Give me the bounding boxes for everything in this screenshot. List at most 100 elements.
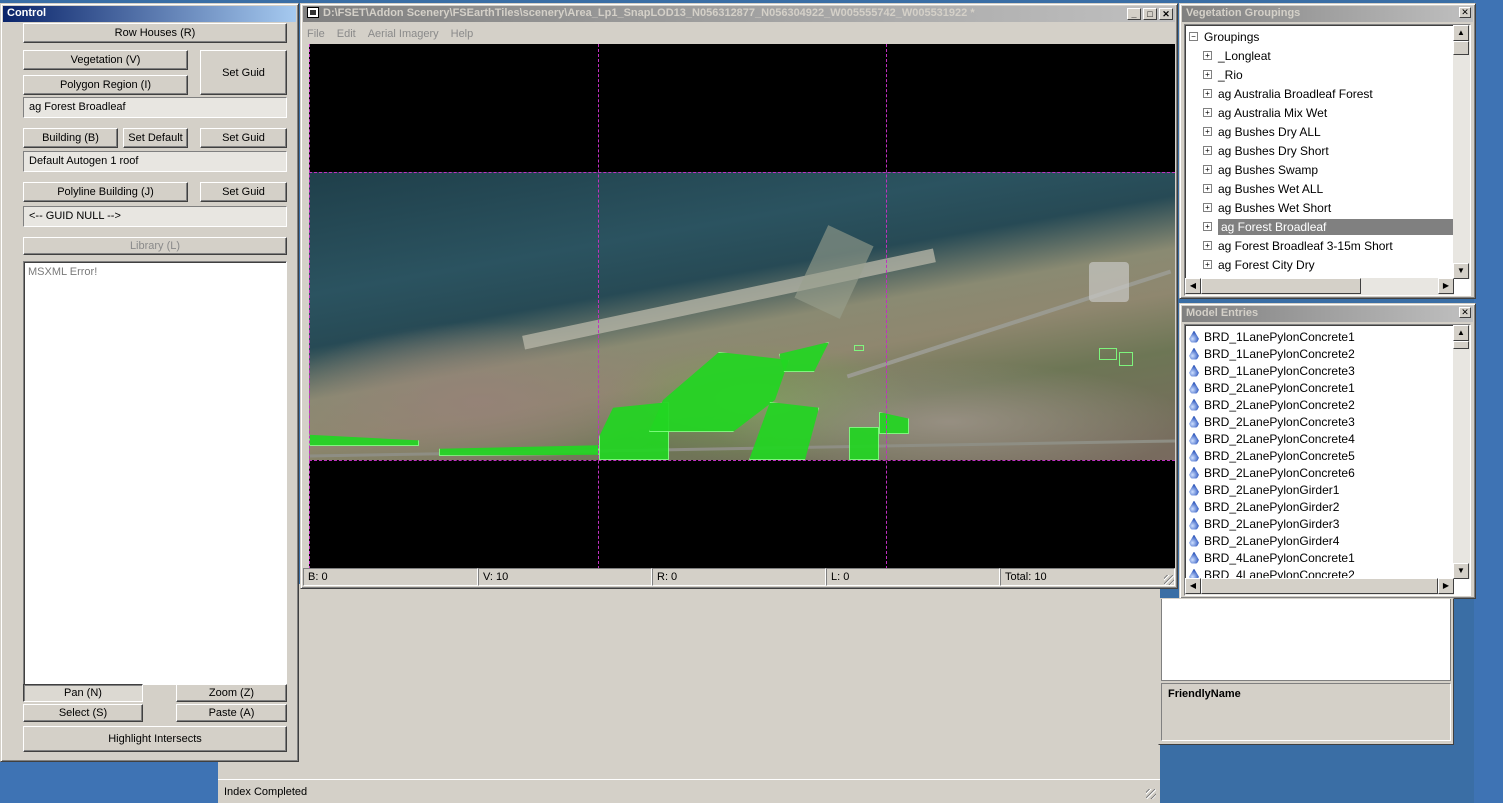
vegetation-polygon[interactable]: [439, 445, 599, 456]
tree-item[interactable]: + ag Australia Broadleaf Forest: [1185, 84, 1454, 103]
highlight-intersects-button[interactable]: Highlight Intersects: [23, 726, 287, 752]
control-title-bar[interactable]: Control: [3, 6, 296, 22]
scroll-down-icon[interactable]: ▼: [1453, 563, 1469, 579]
zoom-button[interactable]: Zoom (Z): [176, 684, 287, 702]
vegetation-groupings-close-icon[interactable]: ✕: [1459, 7, 1471, 18]
map-canvas[interactable]: [309, 44, 1175, 569]
collapse-icon[interactable]: −: [1189, 32, 1198, 41]
expand-icon[interactable]: +: [1203, 165, 1212, 174]
tree-item[interactable]: + ag Bushes Wet ALL: [1185, 179, 1454, 198]
menu-edit[interactable]: Edit: [337, 28, 356, 40]
model-entry-label: BRD_1LanePylonConcrete1: [1204, 329, 1355, 344]
model-entry[interactable]: BRD_1LanePylonConcrete1: [1185, 328, 1454, 345]
vegetation-polygon[interactable]: [879, 412, 909, 434]
library-button[interactable]: Library (L): [23, 237, 287, 255]
expand-icon[interactable]: +: [1203, 70, 1212, 79]
set-default-button[interactable]: Set Default: [123, 128, 188, 148]
menu-file[interactable]: File: [307, 28, 325, 40]
vegetation-polygon[interactable]: [309, 434, 419, 446]
expand-icon[interactable]: +: [1203, 222, 1212, 231]
expand-icon[interactable]: +: [1203, 203, 1212, 212]
pan-button[interactable]: Pan (N): [23, 684, 143, 702]
scroll-up-icon[interactable]: ▲: [1453, 325, 1469, 341]
scroll-thumb[interactable]: [1201, 278, 1361, 294]
expand-icon[interactable]: +: [1203, 89, 1212, 98]
tree-root[interactable]: − Groupings: [1185, 27, 1454, 46]
scroll-right-icon[interactable]: ▶: [1438, 578, 1454, 594]
polygon-region-button[interactable]: Polygon Region (I): [23, 75, 188, 95]
menu-aerial-imagery[interactable]: Aerial Imagery: [368, 28, 439, 40]
tree-item[interactable]: + ag Forest City Dry: [1185, 255, 1454, 274]
select-button[interactable]: Select (S): [23, 704, 143, 722]
scroll-thumb[interactable]: [1453, 341, 1469, 349]
expand-icon[interactable]: +: [1203, 184, 1212, 193]
close-icon[interactable]: ✕: [1159, 8, 1173, 20]
vegetation-polygon-outline[interactable]: [1119, 352, 1133, 366]
vegetation-horizontal-scrollbar[interactable]: ◀ ▶: [1185, 278, 1454, 295]
editor-resize-grip-icon[interactable]: [1164, 575, 1174, 585]
expand-icon[interactable]: +: [1203, 51, 1212, 60]
model-entry[interactable]: BRD_2LanePylonConcrete1: [1185, 379, 1454, 396]
vegetation-vertical-scrollbar[interactable]: ▲ ▼: [1453, 25, 1470, 279]
model-icon: [1189, 364, 1199, 377]
building-button[interactable]: Building (B): [23, 128, 118, 148]
tree-item[interactable]: + _Rio: [1185, 65, 1454, 84]
paste-button[interactable]: Paste (A): [176, 704, 287, 722]
restore-icon[interactable]: □: [1143, 8, 1157, 20]
polyline-building-button[interactable]: Polyline Building (J): [23, 182, 188, 202]
model-entry[interactable]: BRD_2LanePylonConcrete3: [1185, 413, 1454, 430]
scroll-left-icon[interactable]: ◀: [1185, 578, 1201, 594]
model-vertical-scrollbar[interactable]: ▲ ▼: [1453, 325, 1470, 579]
vegetation-button[interactable]: Vegetation (V): [23, 50, 188, 70]
model-entry[interactable]: BRD_2LanePylonGirder1: [1185, 481, 1454, 498]
expand-icon[interactable]: +: [1203, 260, 1212, 269]
vegetation-groupings-title-bar[interactable]: Vegetation Groupings: [1182, 6, 1473, 22]
tree-item[interactable]: + ag Bushes Dry Short: [1185, 141, 1454, 160]
model-entry[interactable]: BRD_2LanePylonGirder4: [1185, 532, 1454, 549]
model-entry[interactable]: BRD_1LanePylonConcrete3: [1185, 362, 1454, 379]
tree-item[interactable]: + _Longleat: [1185, 46, 1454, 65]
row-houses-button[interactable]: Row Houses (R): [23, 23, 287, 43]
set-guid-polyline-button[interactable]: Set Guid: [200, 182, 287, 202]
tree-item[interactable]: + ag Bushes Wet Short: [1185, 198, 1454, 217]
model-entry-label: BRD_2LanePylonConcrete5: [1204, 448, 1355, 463]
minimize-icon[interactable]: _: [1127, 8, 1141, 20]
expand-icon[interactable]: +: [1203, 146, 1212, 155]
model-entries-close-icon[interactable]: ✕: [1459, 307, 1471, 318]
app-system-icon[interactable]: [307, 7, 319, 18]
model-entry[interactable]: BRD_2LanePylonGirder3: [1185, 515, 1454, 532]
scroll-thumb[interactable]: [1201, 578, 1438, 594]
scroll-down-icon[interactable]: ▼: [1453, 263, 1469, 279]
model-entry[interactable]: BRD_2LanePylonConcrete6: [1185, 464, 1454, 481]
model-entry[interactable]: BRD_4LanePylonConcrete1: [1185, 549, 1454, 566]
tree-item[interactable]: + ag Forest Broadleaf: [1185, 217, 1454, 236]
expand-icon[interactable]: +: [1203, 108, 1212, 117]
scroll-left-icon[interactable]: ◀: [1185, 278, 1201, 294]
model-entries-title-bar[interactable]: Model Entries: [1182, 306, 1473, 322]
set-guid-vegetation-button[interactable]: Set Guid: [200, 50, 287, 95]
model-horizontal-scrollbar[interactable]: ◀ ▶: [1185, 578, 1454, 595]
vegetation-polygon[interactable]: [779, 342, 829, 372]
editor-title-bar[interactable]: D:\FSET\Addon Scenery\FSEarthTiles\scene…: [303, 6, 1175, 22]
vegetation-polygon-outline[interactable]: [854, 345, 864, 351]
expand-icon[interactable]: +: [1203, 241, 1212, 250]
model-entry[interactable]: BRD_2LanePylonConcrete2: [1185, 396, 1454, 413]
scroll-thumb[interactable]: [1453, 41, 1469, 55]
tree-item[interactable]: + ag Bushes Dry ALL: [1185, 122, 1454, 141]
vegetation-polygon[interactable]: [849, 427, 879, 460]
tree-item[interactable]: + ag Bushes Swamp: [1185, 160, 1454, 179]
model-entry[interactable]: BRD_1LanePylonConcrete2: [1185, 345, 1454, 362]
scroll-up-icon[interactable]: ▲: [1453, 25, 1469, 41]
scroll-right-icon[interactable]: ▶: [1438, 278, 1454, 294]
model-entry[interactable]: BRD_2LanePylonConcrete4: [1185, 430, 1454, 447]
vegetation-polygon-outline[interactable]: [1099, 348, 1117, 360]
menu-help[interactable]: Help: [451, 28, 474, 40]
set-guid-building-button[interactable]: Set Guid: [200, 128, 287, 148]
tree-item[interactable]: + ag Australia Mix Wet: [1185, 103, 1454, 122]
expand-icon[interactable]: +: [1203, 127, 1212, 136]
tree-item[interactable]: + ag Forest Broadleaf 3-15m Short: [1185, 236, 1454, 255]
model-entry[interactable]: BRD_2LanePylonGirder2: [1185, 498, 1454, 515]
model-entry[interactable]: BRD_2LanePylonConcrete5: [1185, 447, 1454, 464]
resize-grip-icon[interactable]: [1146, 789, 1156, 799]
desktop-background-lower: [0, 760, 220, 803]
